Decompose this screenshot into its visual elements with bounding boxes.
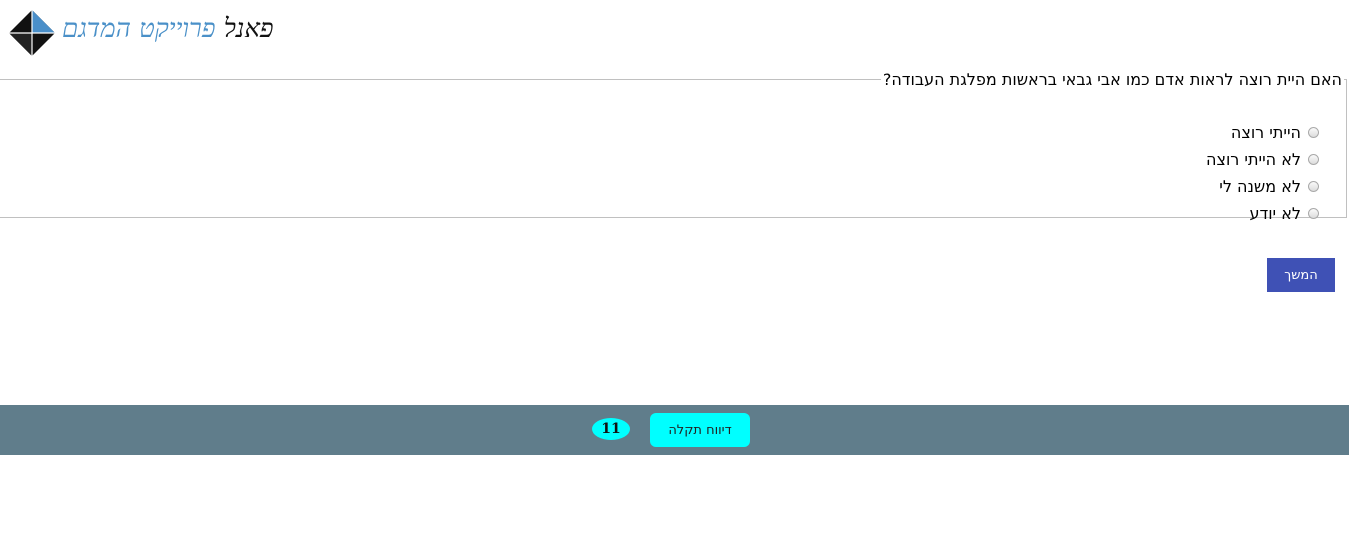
logo-text-blue: פרוייקט המדגם [62, 14, 216, 44]
option-label: הייתי רוצה [1230, 123, 1301, 142]
logo-text-black: פאנל [223, 14, 274, 44]
next-button[interactable]: המשך [1267, 258, 1335, 292]
options-list: הייתי רוצה לא הייתי רוצה לא משנה לי לא י… [1206, 119, 1319, 227]
logo-diamond-icon [9, 10, 55, 56]
footer-bar: 11 דיווח תקלה [0, 405, 1349, 455]
option-label: לא יודע [1249, 204, 1301, 223]
option-would-not-want[interactable]: לא הייתי רוצה [1206, 146, 1319, 173]
report-issue-button[interactable]: דיווח תקלה [650, 413, 750, 447]
option-doesnt-matter[interactable]: לא משנה לי [1206, 173, 1319, 200]
radio-button[interactable] [1308, 181, 1319, 192]
logo: פאנל פרוייקט המדגם [8, 8, 283, 58]
logo-text: פאנל פרוייקט המדגם [62, 14, 274, 44]
question-fieldset: האם היית רוצה לראות אדם כמו אבי גבאי ברא… [0, 70, 1347, 223]
radio-button[interactable] [1308, 127, 1319, 138]
option-label: לא הייתי רוצה [1206, 150, 1301, 169]
radio-button[interactable] [1308, 154, 1319, 165]
radio-button[interactable] [1308, 208, 1319, 219]
option-would-want[interactable]: הייתי רוצה [1206, 119, 1319, 146]
count-badge: 11 [592, 418, 630, 440]
question-text: האם היית רוצה לראות אדם כמו אבי גבאי ברא… [882, 70, 1342, 89]
option-dont-know[interactable]: לא יודע [1206, 200, 1319, 227]
option-label: לא משנה לי [1219, 177, 1301, 196]
